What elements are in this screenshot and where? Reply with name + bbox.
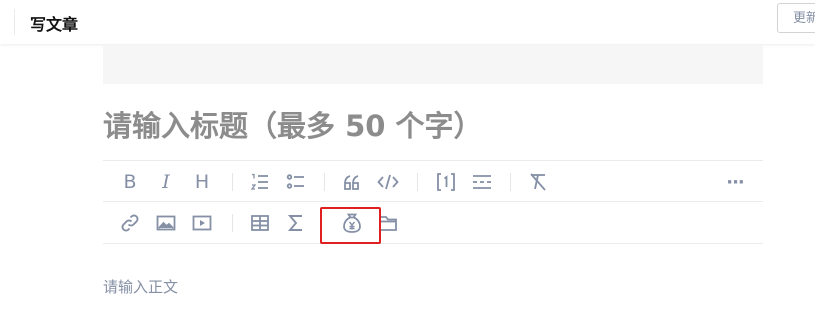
table-icon [251,215,269,231]
formula-icon [287,215,302,231]
ordered-list-button[interactable] [248,170,272,194]
italic-icon: I [162,171,170,193]
update-button[interactable]: 更新 [777,3,815,33]
reference-button[interactable] [434,170,458,194]
more-button[interactable]: ··· [723,170,747,194]
code-icon [377,174,399,190]
toolbar-row-primary: B I H ··· [103,160,763,202]
page-title: 写文章 [30,15,79,34]
link-button[interactable] [118,211,142,235]
quote-icon [344,175,359,190]
clear-format-icon [530,173,546,191]
italic-button[interactable]: I [154,170,178,194]
bold-icon: B [123,171,137,193]
unordered-list-button[interactable] [284,170,308,194]
folder-icon [379,216,397,231]
toolbar-separator [324,173,325,191]
clear-format-button[interactable] [526,170,550,194]
divider-icon [473,175,491,189]
reference-icon [437,173,455,191]
formula-button[interactable] [284,211,308,235]
top-bar: 写文章 更新 [0,0,815,44]
toolbar-separator [510,173,511,191]
highlight-box [320,207,381,244]
body-input[interactable]: 请输入正文 [103,276,178,297]
bold-button[interactable]: B [118,170,142,194]
toolbar-row-secondary [103,201,763,244]
toolbar-separator [232,214,233,232]
video-button[interactable] [190,211,214,235]
title-input[interactable]: 请输入标题（最多 50 个字） [103,104,763,148]
code-button[interactable] [376,170,400,194]
table-button[interactable] [248,211,272,235]
toolbar-separator [232,173,233,191]
image-icon [156,215,176,231]
cover-image-area[interactable] [103,45,763,84]
toolbar-separator [417,173,418,191]
ordered-list-icon [250,173,268,190]
quote-button[interactable] [340,170,364,194]
header-divider [14,9,15,35]
video-icon [192,215,212,231]
image-button[interactable] [154,211,178,235]
heading-button[interactable]: H [190,170,214,194]
more-icon: ··· [726,171,744,193]
heading-icon: H [194,171,210,193]
unordered-list-icon [286,174,304,189]
link-icon [121,214,139,232]
divider-button[interactable] [470,170,494,194]
